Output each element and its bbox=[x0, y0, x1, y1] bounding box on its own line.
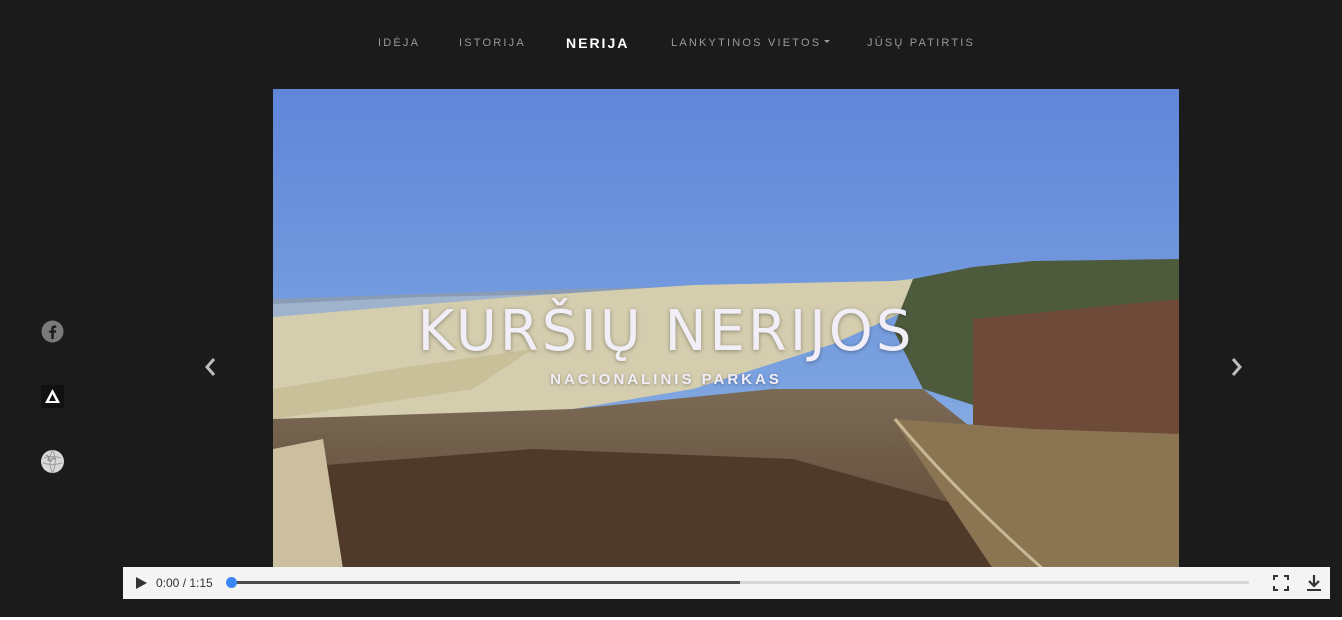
dropdown-caret-icon bbox=[824, 40, 831, 43]
facebook-icon[interactable] bbox=[40, 319, 65, 344]
hero-title: KURŠIŲ NERIJOS bbox=[417, 299, 915, 364]
progress-knob[interactable] bbox=[226, 577, 237, 588]
video-time: 0:00 / 1:15 bbox=[156, 576, 213, 590]
nav-item-istorija[interactable]: Istorija bbox=[459, 37, 526, 49]
hero-subtitle: NACIONALINIS PARKAS bbox=[550, 371, 782, 388]
camping-tent-icon[interactable] bbox=[40, 384, 65, 409]
wikipedia-globe-icon[interactable] bbox=[40, 449, 65, 474]
video-progress-bar[interactable] bbox=[226, 577, 1249, 588]
video-controls: 0:00 / 1:15 bbox=[123, 567, 1330, 599]
hero-video[interactable]: KURŠIŲ NERIJOS NACIONALINIS PARKAS bbox=[273, 89, 1179, 569]
nav-item-label: Lankytinos vietos bbox=[671, 37, 822, 49]
nav-item-ideja[interactable]: Idėja bbox=[378, 37, 420, 49]
nav-item-jusu-patirtis[interactable]: Jūsų patirtis bbox=[867, 37, 975, 49]
carousel-next-icon[interactable] bbox=[1228, 356, 1244, 378]
nav-item-nerija[interactable]: Nerija bbox=[566, 35, 629, 51]
download-icon[interactable] bbox=[1305, 574, 1323, 592]
fullscreen-icon[interactable] bbox=[1273, 575, 1289, 591]
progress-buffered bbox=[231, 581, 740, 584]
play-icon[interactable] bbox=[133, 575, 149, 591]
main-navigation: Idėja Istorija Nerija Lankytinos vietos … bbox=[0, 0, 1342, 88]
carousel-prev-icon[interactable] bbox=[203, 356, 219, 378]
nav-item-lankytinos-vietos[interactable]: Lankytinos vietos bbox=[671, 37, 831, 49]
